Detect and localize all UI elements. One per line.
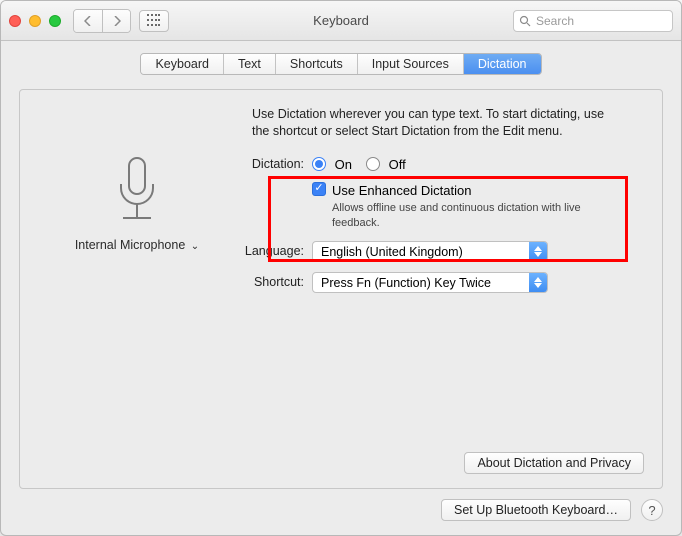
chevron-left-icon: [84, 16, 92, 26]
enhanced-dictation-desc: Allows offline use and continuous dictat…: [332, 201, 622, 231]
window-controls: [9, 15, 61, 27]
tab-keyboard[interactable]: Keyboard: [141, 54, 224, 74]
dictation-off-radio[interactable]: [366, 157, 380, 171]
dictation-off-label: Off: [389, 157, 406, 172]
chevron-down-icon: ⌄: [191, 241, 199, 252]
dictation-label: Dictation:: [232, 154, 312, 171]
microphone-label: Internal Microphone: [75, 238, 185, 252]
microphone-icon: [109, 154, 165, 234]
shortcut-select[interactable]: Press Fn (Function) Key Twice: [312, 272, 548, 293]
shortcut-value: Press Fn (Function) Key Twice: [313, 276, 529, 290]
language-label: Language:: [232, 241, 312, 258]
help-button[interactable]: ?: [641, 499, 663, 521]
show-all-button[interactable]: [139, 10, 169, 32]
select-arrows-icon: [529, 273, 547, 292]
dictation-on-radio[interactable]: [312, 157, 326, 171]
minimize-icon[interactable]: [29, 15, 41, 27]
microphone-select[interactable]: Internal Microphone ⌄: [42, 238, 232, 252]
forward-button[interactable]: [102, 10, 130, 32]
bottom-bar: Set Up Bluetooth Keyboard… ?: [19, 489, 663, 521]
close-icon[interactable]: [9, 15, 21, 27]
form-column: Dictation: On Off: [232, 154, 640, 303]
bluetooth-keyboard-button[interactable]: Set Up Bluetooth Keyboard…: [441, 499, 631, 521]
dictation-panel: Use Dictation wherever you can type text…: [19, 89, 663, 489]
tab-input-sources[interactable]: Input Sources: [358, 54, 464, 74]
content: Keyboard Text Shortcuts Input Sources Di…: [1, 41, 681, 535]
back-button[interactable]: [74, 10, 102, 32]
chevron-right-icon: [113, 16, 121, 26]
shortcut-label: Shortcut:: [232, 272, 312, 289]
grid-icon: [147, 14, 161, 28]
dictation-on-label: On: [335, 157, 352, 172]
search-wrap: [513, 10, 673, 32]
microphone-column: Internal Microphone ⌄: [42, 154, 232, 303]
tab-dictation[interactable]: Dictation: [464, 54, 541, 74]
preferences-window: Keyboard Keyboard Text Shortcuts Input S…: [0, 0, 682, 536]
maximize-icon[interactable]: [49, 15, 61, 27]
language-select[interactable]: English (United Kingdom): [312, 241, 548, 262]
language-value: English (United Kingdom): [313, 245, 529, 259]
enhanced-dictation-checkbox[interactable]: ✓: [312, 182, 326, 196]
enhanced-dictation-label: Use Enhanced Dictation: [332, 182, 622, 200]
search-icon: [519, 15, 531, 27]
tab-shortcuts[interactable]: Shortcuts: [276, 54, 358, 74]
search-input[interactable]: [513, 10, 673, 32]
intro-text: Use Dictation wherever you can type text…: [252, 106, 620, 140]
tab-text[interactable]: Text: [224, 54, 276, 74]
tab-bar: Keyboard Text Shortcuts Input Sources Di…: [19, 53, 663, 75]
titlebar: Keyboard: [1, 1, 681, 41]
nav-buttons: [73, 9, 131, 33]
select-arrows-icon: [529, 242, 547, 261]
about-dictation-button[interactable]: About Dictation and Privacy: [464, 452, 644, 474]
